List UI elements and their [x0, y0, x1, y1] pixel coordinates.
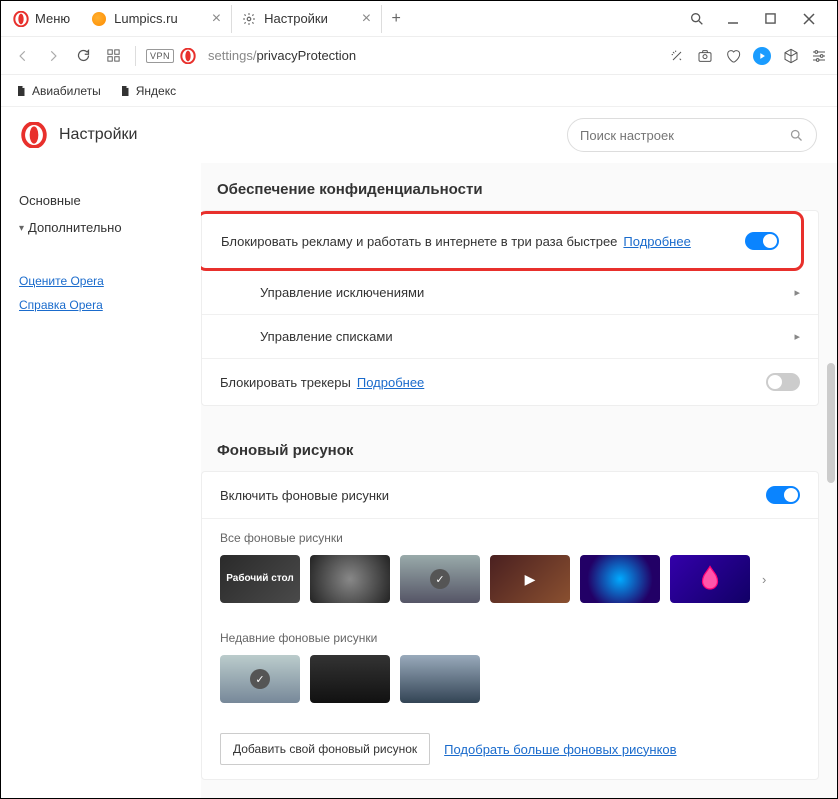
play-icon: ▶ [525, 571, 536, 588]
wallpaper-thumb[interactable] [670, 555, 750, 603]
minimize-button[interactable] [727, 13, 747, 25]
wallpaper-thumb[interactable] [400, 655, 480, 703]
wallpaper-thumb[interactable]: ▶ [490, 555, 570, 603]
add-wallpaper-button[interactable]: Добавить свой фоновый рисунок [220, 733, 430, 765]
wallpaper-card: Включить фоновые рисунки Все фоновые рис… [201, 471, 819, 780]
sidebar-link-rate[interactable]: Оцените Opera [19, 269, 183, 293]
close-button[interactable] [803, 13, 823, 25]
bookmark-item[interactable]: Авиабилеты [15, 84, 101, 98]
flame-icon [695, 564, 725, 594]
maximize-button[interactable] [765, 13, 785, 24]
recent-wallpapers-label: Недавние фоновые рисунки [202, 619, 818, 645]
bookmark-bar: Авиабилеты Яндекс [1, 75, 837, 107]
content: Обеспечение конфиденциальности Блокирова… [201, 163, 837, 798]
all-wallpapers-label: Все фоновые рисунки [202, 519, 818, 545]
sidebar: Основные Дополнительно Оцените Opera Спр… [1, 163, 201, 798]
manage-exceptions-row[interactable]: Управление исключениями ▸ [202, 271, 818, 315]
page: Настройки Основные Дополнительно Оцените… [1, 107, 837, 798]
chevron-right-icon[interactable]: › [760, 572, 768, 587]
privacy-card: Блокировать рекламу и работать в интерне… [201, 210, 819, 406]
scrollbar[interactable] [827, 363, 835, 483]
adblock-learn-more-link[interactable]: Подробнее [623, 234, 690, 249]
wallpaper-footer: Добавить свой фоновый рисунок Подобрать … [202, 719, 818, 779]
wallpaper-thumb[interactable] [310, 555, 390, 603]
check-icon: ✓ [430, 569, 450, 589]
section-privacy-title: Обеспечение конфиденциальности [201, 163, 837, 210]
adblock-label: Блокировать рекламу и работать в интерне… [221, 234, 617, 249]
reload-button[interactable] [71, 44, 95, 68]
tab-label: Настройки [264, 11, 328, 26]
search-icon[interactable] [689, 11, 709, 27]
adblock-highlight: Блокировать рекламу и работать в интерне… [201, 211, 804, 271]
search-icon [789, 128, 804, 143]
toolbar: VPN settings/privacyProtection [1, 37, 837, 75]
wallpaper-thumb-selected[interactable]: ✓ [400, 555, 480, 603]
speed-dial-button[interactable] [101, 44, 125, 68]
search-input[interactable] [580, 128, 789, 143]
cube-icon[interactable] [783, 48, 799, 64]
settings-search[interactable] [567, 118, 817, 152]
manage-lists-row[interactable]: Управление списками ▸ [202, 315, 818, 359]
wallpaper-toggle[interactable] [766, 486, 800, 504]
vpn-badge[interactable]: VPN [146, 49, 174, 63]
trackers-toggle[interactable] [766, 373, 800, 391]
window-controls [675, 11, 837, 27]
trackers-learn-more-link[interactable]: Подробнее [357, 375, 424, 390]
easy-setup-icon[interactable] [811, 48, 827, 64]
forward-button[interactable] [41, 44, 65, 68]
adblock-toggle[interactable] [745, 232, 779, 250]
chevron-right-icon: ▸ [794, 286, 800, 299]
address-bar[interactable]: settings/privacyProtection [202, 48, 663, 63]
heart-icon[interactable] [725, 48, 741, 64]
tab-close-icon[interactable]: × [362, 11, 371, 27]
block-trackers-row: Блокировать трекеры Подробнее [202, 359, 818, 405]
tab-label: Lumpics.ru [114, 11, 178, 26]
page-title: Настройки [59, 126, 137, 144]
tab-lumpics[interactable]: Lumpics.ru × [82, 5, 232, 33]
titlebar: Меню Lumpics.ru × Настройки × + [1, 1, 837, 37]
wallpaper-thumb-selected[interactable]: ✓ [220, 655, 300, 703]
enable-wallpaper-row: Включить фоновые рисунки [202, 472, 818, 519]
chevron-right-icon: ▸ [794, 330, 800, 343]
check-icon: ✓ [250, 669, 270, 689]
wallpaper-thumbs: Рабочий стол ✓ ▶ › [202, 545, 818, 619]
page-icon [119, 85, 131, 97]
toolbar-right [669, 47, 827, 65]
page-icon [15, 85, 27, 97]
more-wallpapers-link[interactable]: Подобрать больше фоновых рисунков [444, 742, 676, 757]
sidebar-item-basic[interactable]: Основные [19, 187, 183, 214]
tab-close-icon[interactable]: × [212, 11, 221, 27]
wallpaper-thumb[interactable] [310, 655, 390, 703]
bookmark-item[interactable]: Яндекс [119, 84, 176, 98]
wand-icon[interactable] [669, 48, 685, 64]
opera-address-icon [180, 48, 196, 64]
profile-icon[interactable] [753, 47, 771, 65]
opera-logo-icon [21, 122, 47, 148]
wallpaper-thumb-desktop[interactable]: Рабочий стол [220, 555, 300, 603]
new-tab-button[interactable]: + [382, 10, 410, 28]
gear-icon [242, 12, 256, 26]
recent-thumbs: ✓ [202, 645, 818, 719]
menu-label: Меню [35, 11, 70, 26]
back-button[interactable] [11, 44, 35, 68]
camera-icon[interactable] [697, 48, 713, 64]
menu-button[interactable]: Меню [1, 1, 82, 36]
wallpaper-thumb[interactable] [580, 555, 660, 603]
sidebar-link-help[interactable]: Справка Opera [19, 293, 183, 317]
tab-settings[interactable]: Настройки × [232, 5, 382, 33]
tab-favicon-icon [92, 12, 106, 26]
sidebar-item-advanced[interactable]: Дополнительно [19, 214, 183, 241]
adblock-row: Блокировать рекламу и работать в интерне… [203, 218, 797, 264]
section-wallpaper-title: Фоновый рисунок [201, 424, 837, 471]
settings-header: Настройки [1, 107, 837, 163]
opera-logo-icon [13, 11, 29, 27]
